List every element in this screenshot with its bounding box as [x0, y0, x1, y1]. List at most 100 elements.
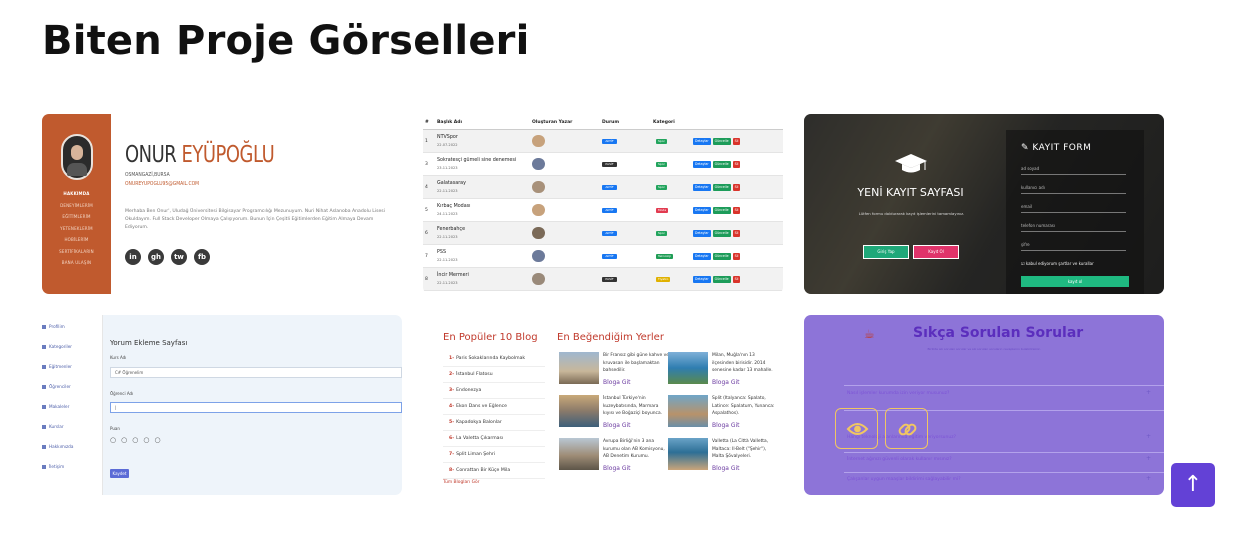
- fullname-field[interactable]: ad soyad: [1021, 163, 1126, 175]
- scroll-to-top-button[interactable]: ↑: [1171, 463, 1215, 507]
- list-item[interactable]: 2- İstanbul Flatosu: [443, 367, 545, 383]
- update-button[interactable]: Güncelle: [712, 230, 731, 237]
- row-actions: Detaylar Güncelle Sil: [693, 161, 741, 168]
- status-badge: AKTİF: [602, 139, 617, 144]
- save-button[interactable]: Kaydet: [110, 469, 129, 478]
- blog-card[interactable]: İstanbul Türkiye'nin kuzeybatısında, Mar…: [559, 395, 667, 433]
- blog-card-link[interactable]: Bloga Git: [603, 422, 631, 429]
- list-item[interactable]: 1- Paris Sokaklarında Kaybolmak: [443, 351, 545, 367]
- phone-field[interactable]: telefon numarası: [1021, 220, 1126, 232]
- agree-checkbox[interactable]: ☑ kabul ediyorum şartlar ve kurallar: [1021, 261, 1094, 266]
- row-number: 4: [425, 185, 428, 190]
- row-title: Kırbaç Modası: [437, 204, 471, 209]
- faq-question[interactable]: İnternet ağınızı güvenli olarak kullanır…: [847, 457, 952, 462]
- details-button[interactable]: Detaylar: [693, 161, 711, 168]
- blog-card-link[interactable]: Bloga Git: [712, 422, 740, 429]
- signup-button[interactable]: Kayıt Ol: [913, 245, 959, 259]
- cv-menu-item: HAKKIMDA: [63, 191, 90, 196]
- expand-icon[interactable]: +: [1146, 475, 1151, 482]
- row-actions: Detaylar Güncelle Sil: [693, 230, 741, 237]
- row-actions: Detaylar Güncelle Sil: [693, 276, 741, 283]
- delete-button[interactable]: Sil: [732, 253, 741, 260]
- delete-button[interactable]: Sil: [732, 276, 741, 283]
- details-button[interactable]: Detaylar: [693, 184, 711, 191]
- table-header-cell: Durum: [602, 120, 620, 125]
- form-title: ✎ KAYIT FORM: [1021, 143, 1092, 153]
- details-button[interactable]: Detaylar: [693, 276, 711, 283]
- update-button[interactable]: Güncelle: [712, 276, 731, 283]
- blog-card[interactable]: Avrupa Birliği'nin 3 ana kurumu olan AB …: [559, 438, 667, 476]
- username-field[interactable]: kullanıcı adı: [1021, 182, 1126, 194]
- register-submit-button[interactable]: kayıt ol: [1021, 276, 1129, 287]
- blog-card-image: [668, 395, 708, 427]
- sidebar-item: Makaleler: [42, 404, 69, 409]
- category-badge: Spor: [656, 162, 667, 167]
- update-button[interactable]: Güncelle: [712, 138, 731, 145]
- all-blogs-link[interactable]: Tüm Blogları Gör: [443, 480, 479, 485]
- sidebar-item: Profilim: [42, 324, 65, 329]
- update-button[interactable]: Güncelle: [712, 253, 731, 260]
- row-date: 23.11.2023: [437, 166, 458, 170]
- project-thumbnail-register[interactable]: YENİ KAYIT SAYFASI Lütfen formu doldurar…: [804, 114, 1164, 294]
- open-link-button[interactable]: [885, 408, 928, 449]
- row-number: 3: [425, 162, 428, 167]
- blog-card[interactable]: Split (Italyanca: Spalato, Latince: Spal…: [668, 395, 776, 433]
- expand-icon[interactable]: +: [1146, 389, 1151, 396]
- details-button[interactable]: Detaylar: [693, 230, 711, 237]
- update-button[interactable]: Güncelle: [712, 207, 731, 214]
- details-button[interactable]: Detaylar: [693, 138, 711, 145]
- delete-button[interactable]: Sil: [732, 184, 741, 191]
- project-thumbnail-faq[interactable]: ☕ Sıkça Sorulan Sorular Birlikte sık sor…: [804, 315, 1164, 495]
- expand-icon[interactable]: +: [1146, 433, 1151, 440]
- rating-stars[interactable]: ○ ○ ○ ○ ○: [110, 436, 162, 444]
- view-image-button[interactable]: [835, 408, 878, 449]
- row-title: Sokratesçi gümeli sine denemesi: [437, 158, 517, 163]
- blog-card-link[interactable]: Bloga Git: [712, 379, 740, 386]
- faq-title: Sıkça Sorulan Sorular: [913, 325, 1084, 341]
- faq-question[interactable]: Nasıl işlemler kurumda izin veriyor musu…: [847, 391, 949, 396]
- blog-card-link[interactable]: Bloga Git: [603, 379, 631, 386]
- student-input[interactable]: |: [110, 402, 402, 413]
- blog-card[interactable]: Milan, Muğla'nın 13 ilçesinden birisidir…: [668, 352, 776, 390]
- list-item[interactable]: 7- Split Liman Şehri: [443, 447, 545, 463]
- blog-card[interactable]: Bir Fransız gibi güne kahve ve kruvasan …: [559, 352, 669, 390]
- table-header-cell: Oluşturan Yazar: [532, 120, 573, 125]
- project-thumbnail-admin-table[interactable]: # Başlık Adı Oluşturan Yazar Durum Kateg…: [423, 114, 783, 294]
- list-item[interactable]: 6- La Valetta Çıkarması: [443, 431, 545, 447]
- update-button[interactable]: Güncelle: [712, 184, 731, 191]
- list-item[interactable]: 8- Conrattan Bir Küçe Mila: [443, 463, 545, 479]
- email-field[interactable]: email: [1021, 201, 1126, 213]
- row-title: Galatasaray: [437, 181, 466, 186]
- project-thumbnail-blog[interactable]: En Popüler 10 Blog En Beğendiğim Yerler …: [423, 315, 783, 495]
- faq-question[interactable]: Çalışanlar uygun maaşlar bildirimi sağla…: [847, 477, 961, 482]
- blog-card-link[interactable]: Bloga Git: [603, 465, 631, 472]
- cv-menu-item: YETENEKLERİM: [60, 225, 93, 231]
- password-field[interactable]: şifre: [1021, 239, 1126, 251]
- list-item[interactable]: 3- Endonezya: [443, 383, 545, 399]
- project-thumbnail-comment-form[interactable]: Profilim Kategoriler Eğitmenler Öğrencil…: [42, 315, 402, 495]
- blog-card-text: Valletta (La Città Valletta, Maltaca: Il…: [712, 439, 769, 460]
- delete-button[interactable]: Sil: [732, 230, 741, 237]
- sidebar-item: Eğitmenler: [42, 364, 72, 369]
- row-number: 1: [425, 139, 428, 144]
- delete-button[interactable]: Sil: [732, 138, 741, 145]
- delete-button[interactable]: Sil: [732, 207, 741, 214]
- delete-button[interactable]: Sil: [732, 161, 741, 168]
- row-number: 5: [425, 208, 428, 213]
- project-thumbnail-cv[interactable]: HAKKIMDA DENEYİMLERİM EĞİTİMLERİM YETENE…: [42, 114, 402, 294]
- faq-description: Birlikte sık sorulan sorular ve sık soru…: [927, 347, 1041, 351]
- course-select[interactable]: C# Öğrenelim: [110, 367, 402, 378]
- update-button[interactable]: Güncelle: [712, 161, 731, 168]
- blog-card-text: Milan, Muğla'nın 13 ilçesinden birisidir…: [712, 353, 773, 374]
- blog-card-link[interactable]: Bloga Git: [712, 465, 740, 472]
- login-button[interactable]: Giriş Yap: [863, 245, 909, 259]
- blog-card[interactable]: Valletta (La Città Valletta, Maltaca: Il…: [668, 438, 776, 476]
- details-button[interactable]: Detaylar: [693, 207, 711, 214]
- cv-last-name: EYÜPOĞLU: [181, 142, 275, 168]
- expand-icon[interactable]: +: [1146, 455, 1151, 462]
- cv-menu-item: DENEYİMLERİM: [60, 202, 93, 208]
- list-item[interactable]: 5- Kapadokya Balonlar: [443, 415, 545, 431]
- list-item[interactable]: 4- Ekon Dans ve Eğlence: [443, 399, 545, 415]
- details-button[interactable]: Detaylar: [693, 253, 711, 260]
- author-avatar: [532, 227, 545, 239]
